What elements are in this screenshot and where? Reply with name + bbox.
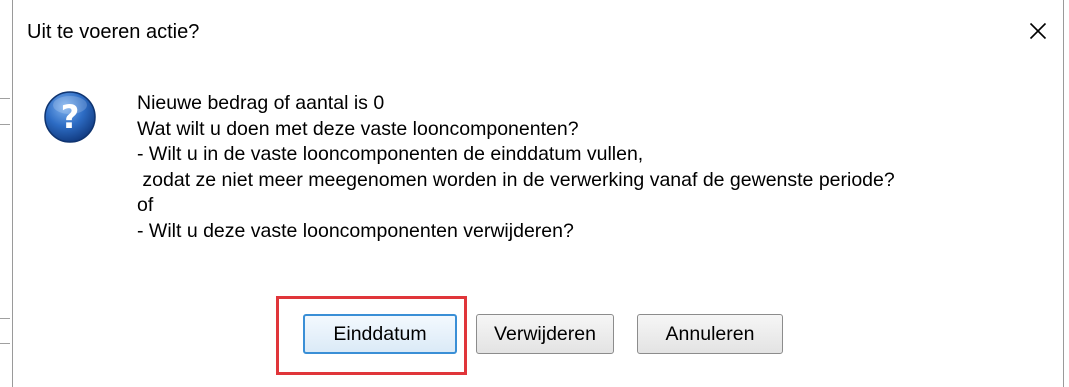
background-divider xyxy=(0,124,10,125)
einddatum-button[interactable]: Einddatum xyxy=(303,314,457,354)
background-divider xyxy=(0,318,10,319)
close-icon xyxy=(1029,22,1047,40)
message-line: Nieuwe bedrag of aantal is 0 xyxy=(137,92,385,114)
background-window-edge xyxy=(0,0,12,387)
message-line: - Wilt u deze vaste looncomponenten verw… xyxy=(137,219,574,242)
close-button[interactable] xyxy=(1021,14,1055,48)
annuleren-button[interactable]: Annuleren xyxy=(637,314,783,354)
screen: Uit te voeren actie? ? Nieuwe bedrag of … xyxy=(0,0,1069,387)
message-line: zodat ze niet meer meegenomen worden in … xyxy=(137,168,895,191)
dialog-message: Nieuwe bedrag of aantal is 0 Wat wilt u … xyxy=(137,91,1057,244)
message-line: of xyxy=(137,194,154,216)
background-divider xyxy=(0,343,10,344)
dialog-titlebar: Uit te voeren actie? xyxy=(13,0,1063,62)
verwijderen-button[interactable]: Verwijderen xyxy=(476,314,614,354)
confirm-dialog: Uit te voeren actie? ? Nieuwe bedrag of … xyxy=(12,0,1064,387)
svg-text:?: ? xyxy=(61,98,80,136)
message-line: Wat wilt u doen met deze vaste looncompo… xyxy=(137,117,579,140)
message-line: - Wilt u in de vaste looncomponenten de … xyxy=(137,143,644,165)
question-icon: ? xyxy=(44,91,96,143)
background-divider xyxy=(0,98,10,99)
dialog-title: Uit te voeren actie? xyxy=(27,21,200,43)
